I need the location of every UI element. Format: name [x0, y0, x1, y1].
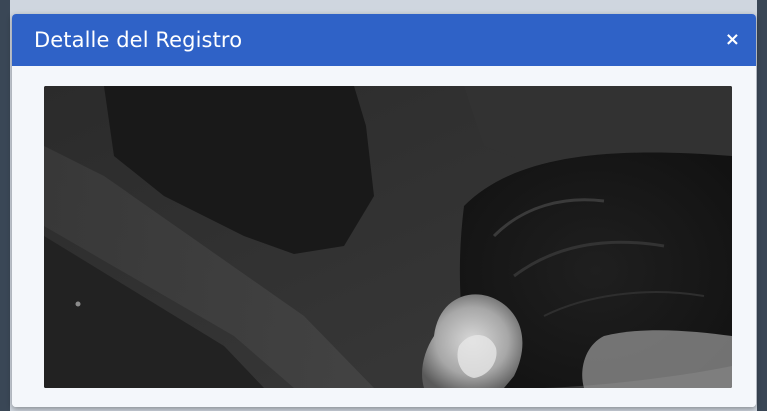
modal-header: Detalle del Registro × — [12, 14, 756, 66]
modal-body — [12, 66, 756, 407]
record-detail-modal: Detalle del Registro × — [12, 14, 756, 407]
close-icon[interactable]: × — [723, 27, 742, 53]
record-camera-image — [44, 86, 732, 388]
camera-snapshot-image — [44, 86, 732, 388]
modal-title: Detalle del Registro — [34, 28, 243, 52]
